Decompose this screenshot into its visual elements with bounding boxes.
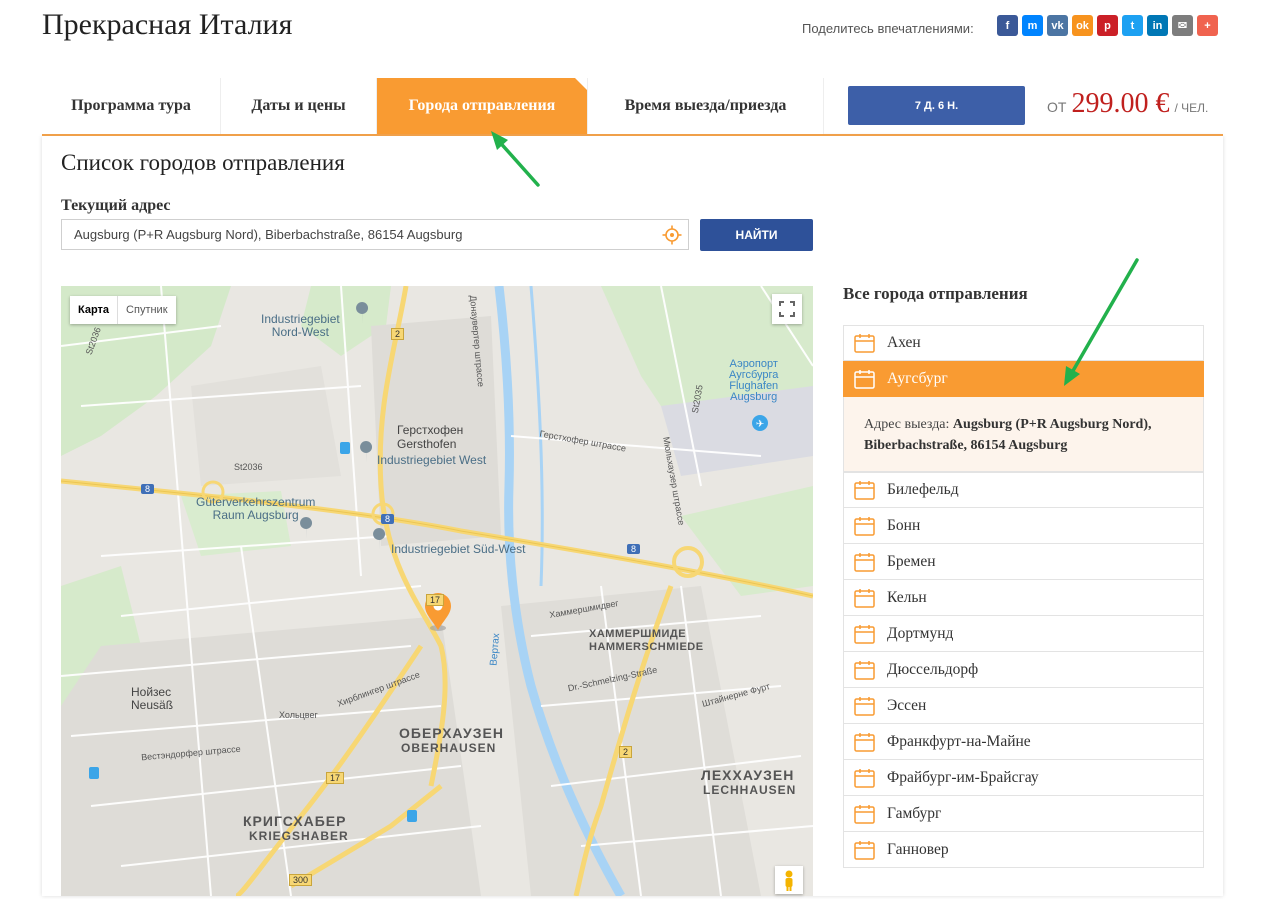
more-icon[interactable]: + <box>1197 15 1218 36</box>
street-view-button[interactable] <box>775 866 803 894</box>
map-label-airport: Аэропорт Аугсбурга Flughafen Augsburg <box>729 358 779 403</box>
tab-departure-cities[interactable]: Города отправления <box>377 78 588 134</box>
map-label-ind-sudwest: Industriegebiet Süd-West <box>391 542 526 556</box>
city-item[interactable]: Билефельд <box>843 472 1204 508</box>
map-label-gersthofen-de: Gersthofen <box>397 437 457 451</box>
map-label-lechhausen-ru: ЛЕХХАУЗЕН <box>701 767 795 783</box>
vk-icon[interactable]: vk <box>1047 15 1068 36</box>
calendar-icon <box>854 660 875 680</box>
tabs-underline <box>42 134 1223 136</box>
share-icons: f m vk ok p t in ✉ + <box>997 15 1218 36</box>
map-canvas: ✈ <box>61 286 813 896</box>
page-title: Прекрасная Италия <box>42 8 293 41</box>
calendar-icon <box>854 481 875 500</box>
map-label-oberhausen-ru: ОБЕРХАУЗЕН <box>399 725 504 741</box>
twitter-icon[interactable]: t <box>1122 15 1143 36</box>
road-badge-300: 300 <box>289 874 313 886</box>
calendar-icon <box>854 768 875 788</box>
city-item[interactable]: Бремен <box>843 544 1204 580</box>
tab-dates-prices[interactable]: Даты и цены <box>221 78 377 134</box>
map-label-kriegshaber-ru: КРИГСХАБЕР <box>243 813 347 829</box>
calendar-icon <box>854 840 875 860</box>
city-item[interactable]: Ганновер <box>843 832 1204 868</box>
facebook-icon[interactable]: f <box>997 15 1018 36</box>
section-heading: Список городов отправления <box>61 150 345 175</box>
svg-text:✈: ✈ <box>756 419 764 430</box>
address-input[interactable]: Augsburg (P+R Augsburg Nord), Biberbachs… <box>61 219 689 250</box>
map-type-toggle: Карта Спутник <box>70 296 176 324</box>
road-badge-8a: 8 <box>141 484 155 494</box>
city-item[interactable]: Фрайбург-им-Брайсгау <box>843 760 1204 796</box>
road-badge-8b: 8 <box>381 514 395 524</box>
city-item[interactable]: Ахен <box>843 325 1204 361</box>
map-label-hammer-ru: ХАММЕРШМИДЕ <box>589 628 687 640</box>
calendar-icon <box>854 588 875 608</box>
linkedin-icon[interactable]: in <box>1147 15 1168 36</box>
calendar-icon <box>854 516 875 536</box>
city-item[interactable]: Франкфурт-на-Майне <box>843 724 1204 760</box>
map-label-st2036: St2036 <box>234 462 263 472</box>
map[interactable]: ✈ Industriegebiet Nord-West Аэропорт Ауг… <box>61 286 813 896</box>
map-label-gersthofen-ru: Герстхофен <box>397 423 464 437</box>
pegman-icon <box>785 870 793 891</box>
map-label-kriegshaber-de: KRIEGSHABER <box>249 829 349 843</box>
share-label: Поделитесь впечатлениями: <box>802 21 974 36</box>
city-detail: Адрес выезда: Augsburg (P+R Augsburg Nor… <box>843 397 1204 472</box>
pinterest-icon[interactable]: p <box>1097 15 1118 36</box>
tab-program[interactable]: Программа тура <box>42 78 221 134</box>
all-cities-title: Все города отправления <box>843 284 1028 303</box>
city-item[interactable]: Кельн <box>843 580 1204 616</box>
map-label-hammer-de: HAMMERSCHMIEDE <box>589 641 704 653</box>
price-from: ОТ <box>1047 99 1067 115</box>
city-item[interactable]: Дюссельдорф <box>843 652 1204 688</box>
duration-button[interactable]: 7 Д. 6 Н. <box>848 86 1025 125</box>
calendar-icon <box>854 804 875 824</box>
tab-departure-times[interactable]: Время выезда/приезда <box>588 78 824 134</box>
calendar-icon <box>854 624 875 644</box>
fullscreen-icon <box>779 301 795 317</box>
road-badge-2: 2 <box>391 328 405 340</box>
map-label-ind-nordwest: Industriegebiet Nord-West <box>261 312 340 339</box>
city-item-active[interactable]: Аугсбург <box>843 361 1204 397</box>
calendar-icon <box>854 552 875 572</box>
price-block: ОТ 299.00 € / ЧЕЛ. <box>1047 88 1208 120</box>
tab-bar: Программа тура Даты и цены Города отправ… <box>42 78 824 134</box>
city-item[interactable]: Дортмунд <box>843 616 1204 652</box>
map-label-gvz: Güterverkehrszentrum Raum Augsburg <box>196 495 316 522</box>
price-per: / ЧЕЛ. <box>1174 101 1209 115</box>
road-badge-17: 17 <box>426 594 445 606</box>
calendar-icon <box>854 334 875 353</box>
email-icon[interactable]: ✉ <box>1172 15 1193 36</box>
address-label: Текущий адрес <box>61 197 171 214</box>
fullscreen-button[interactable] <box>772 294 802 324</box>
price-amount: 299.00 € <box>1071 88 1170 119</box>
calendar-icon <box>854 696 875 716</box>
map-label-holzweg: Хольцвег <box>279 710 318 720</box>
odnoklassniki-icon[interactable]: ok <box>1072 15 1093 36</box>
city-item[interactable]: Гамбург <box>843 796 1204 832</box>
map-label-lechhausen-de: LECHHAUSEN <box>703 783 797 797</box>
road-badge-17b: 17 <box>326 772 345 784</box>
road-badge-8c: 8 <box>627 544 641 554</box>
map-label-ind-west: Industriegebiet West <box>377 453 487 467</box>
map-label-neusass: Нойзес Neusäß <box>131 685 174 712</box>
messenger-icon[interactable]: m <box>1022 15 1043 36</box>
map-label-oberhausen-de: OBERHAUSEN <box>401 741 497 755</box>
map-type-map-button[interactable]: Карта <box>70 296 119 324</box>
detail-prefix: Адрес выезда: <box>864 417 950 432</box>
calendar-icon <box>854 369 875 389</box>
city-item[interactable]: Бонн <box>843 508 1204 544</box>
city-list: Ахен Аугсбург Адрес выезда: Augsburg (P+… <box>843 325 1204 868</box>
city-item[interactable]: Эссен <box>843 688 1204 724</box>
calendar-icon <box>854 732 875 752</box>
road-badge-2b: 2 <box>619 746 633 758</box>
locate-icon[interactable] <box>662 225 682 245</box>
find-button[interactable]: НАЙТИ <box>700 219 813 251</box>
map-type-satellite-button[interactable]: Спутник <box>118 296 175 324</box>
